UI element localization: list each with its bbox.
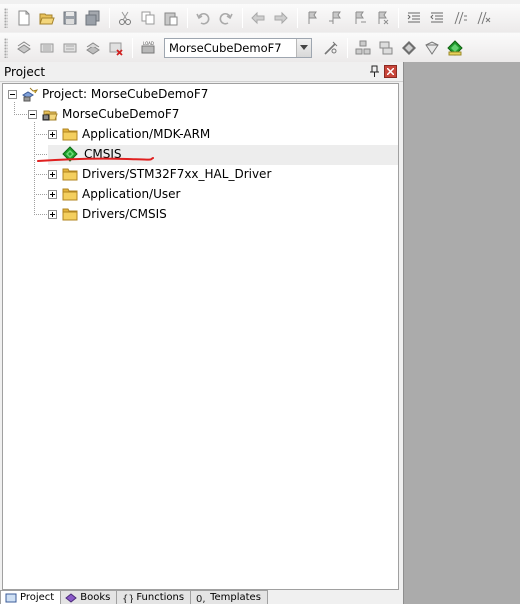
toolbar-separator xyxy=(242,8,243,28)
svg-text:LOAD: LOAD xyxy=(143,41,154,46)
unindent-icon[interactable] xyxy=(426,7,448,29)
toolbar-separator xyxy=(109,8,110,28)
folder-icon xyxy=(62,188,78,201)
tab-label: Templates xyxy=(210,592,261,603)
tree-connector xyxy=(34,214,48,215)
tree-group-drivers-cmsis[interactable]: Drivers/CMSIS xyxy=(48,204,167,224)
build-icon[interactable] xyxy=(36,37,58,59)
folder-icon xyxy=(62,208,78,221)
target-options-icon[interactable] xyxy=(320,37,342,59)
project-tree[interactable]: Project: MorseCubeDemoF7 MorseCubeDemoF7… xyxy=(2,83,399,590)
open-folder-icon[interactable] xyxy=(36,7,58,29)
expand-icon[interactable] xyxy=(48,189,57,199)
expand-icon[interactable] xyxy=(48,209,57,219)
tree-connector xyxy=(14,114,28,115)
close-icon[interactable] xyxy=(384,65,397,78)
save-all-icon[interactable] xyxy=(82,7,104,29)
comment-icon[interactable] xyxy=(449,7,471,29)
project-tab-icon xyxy=(5,593,17,602)
folder-icon xyxy=(62,128,78,141)
bookmark-prev-icon[interactable] xyxy=(325,7,347,29)
tree-target[interactable]: MorseCubeDemoF7 xyxy=(28,104,179,124)
tree-connector xyxy=(34,122,35,214)
expand-icon[interactable] xyxy=(48,169,57,179)
panel-tabs: Project Books {} Functions 0, Templates xyxy=(0,590,403,604)
svg-text:0,: 0, xyxy=(196,594,206,603)
red-underline-annotation xyxy=(37,157,154,162)
collapse-icon[interactable] xyxy=(8,89,17,99)
toolbar-grip[interactable] xyxy=(4,8,8,28)
expand-icon[interactable] xyxy=(48,129,57,139)
tab-label: Project xyxy=(20,592,55,603)
tab-label: Functions xyxy=(136,592,185,603)
download-icon[interactable]: LOAD xyxy=(137,37,159,59)
standard-toolbar xyxy=(0,4,520,32)
indent-icon[interactable] xyxy=(403,7,425,29)
tree-item-label: Application/User xyxy=(82,187,181,201)
toolbar-separator xyxy=(297,8,298,28)
select-packs-icon[interactable] xyxy=(398,37,420,59)
undo-icon[interactable] xyxy=(192,7,214,29)
target-select-value: MorseCubeDemoF7 xyxy=(169,40,282,55)
tree-root-label: Project: MorseCubeDemoF7 xyxy=(42,87,209,101)
tree-item-label: Application/MDK-ARM xyxy=(82,127,211,141)
cut-icon[interactable] xyxy=(114,7,136,29)
rebuild-icon[interactable] xyxy=(59,37,81,59)
tree-connector xyxy=(34,174,48,175)
nav-forward-icon[interactable] xyxy=(270,7,292,29)
translate-icon[interactable] xyxy=(13,37,35,59)
books-tab-icon xyxy=(65,592,78,603)
toolbar-separator xyxy=(347,37,348,58)
bookmark-icon[interactable] xyxy=(302,7,324,29)
functions-tab-icon: {} xyxy=(122,594,133,603)
build-toolbar: LOAD MorseCubeDemoF7 xyxy=(0,33,520,62)
tree-group-application-mdk-arm[interactable]: Application/MDK-ARM xyxy=(48,124,210,144)
new-file-icon[interactable] xyxy=(13,7,35,29)
paste-icon[interactable] xyxy=(160,7,182,29)
bookmark-clear-icon[interactable] xyxy=(371,7,393,29)
toolbar-grip[interactable] xyxy=(4,37,8,58)
run-time-environment-icon[interactable] xyxy=(444,37,466,59)
toolbar-separator xyxy=(132,37,133,58)
pack-installer-icon[interactable] xyxy=(421,37,443,59)
uncomment-icon[interactable] xyxy=(472,7,494,29)
project-panel: Project Project: MorseCubeDemoF7 MorseCu… xyxy=(0,62,403,604)
tab-templates[interactable]: 0, Templates xyxy=(190,590,268,604)
save-icon[interactable] xyxy=(59,7,81,29)
nav-back-icon[interactable] xyxy=(247,7,269,29)
tab-label: Books xyxy=(80,592,111,603)
tree-item-label: Drivers/STM32F7xx_HAL_Driver xyxy=(82,167,272,181)
pin-icon[interactable] xyxy=(368,65,381,78)
tree-group-application-user[interactable]: Application/User xyxy=(48,184,180,204)
tab-project[interactable]: Project xyxy=(0,590,62,604)
panel-title: Project xyxy=(4,64,46,79)
chevron-down-icon[interactable] xyxy=(296,38,311,57)
templates-tab-icon: 0, xyxy=(196,594,206,603)
redo-icon[interactable] xyxy=(215,7,237,29)
folder-icon xyxy=(62,168,78,181)
tree-root[interactable]: Project: MorseCubeDemoF7 xyxy=(8,84,208,104)
svg-text:{}: {} xyxy=(122,594,133,603)
tree-target-label: MorseCubeDemoF7 xyxy=(62,107,180,121)
tab-functions[interactable]: {} Functions xyxy=(116,590,192,604)
tree-item-label: Drivers/CMSIS xyxy=(82,207,167,221)
toolbar-separator xyxy=(398,8,399,28)
bookmark-next-icon[interactable] xyxy=(348,7,370,29)
tree-group-drivers-hal[interactable]: Drivers/STM32F7xx_HAL_Driver xyxy=(48,164,271,184)
panel-header: Project xyxy=(0,62,403,82)
stop-build-icon[interactable] xyxy=(105,37,127,59)
copy-icon[interactable] xyxy=(137,7,159,29)
target-folder-icon xyxy=(42,110,58,121)
collapse-icon[interactable] xyxy=(28,109,37,119)
file-extensions-icon[interactable] xyxy=(375,37,397,59)
editor-area[interactable] xyxy=(403,62,520,604)
manage-components-icon[interactable] xyxy=(352,37,374,59)
tab-books[interactable]: Books xyxy=(60,590,118,604)
toolbar-separator xyxy=(187,8,188,28)
target-select[interactable]: MorseCubeDemoF7 xyxy=(164,37,312,58)
tree-connector xyxy=(34,194,48,195)
tree-connector xyxy=(34,134,48,135)
project-icon xyxy=(22,87,38,102)
batch-build-icon[interactable] xyxy=(82,37,104,59)
